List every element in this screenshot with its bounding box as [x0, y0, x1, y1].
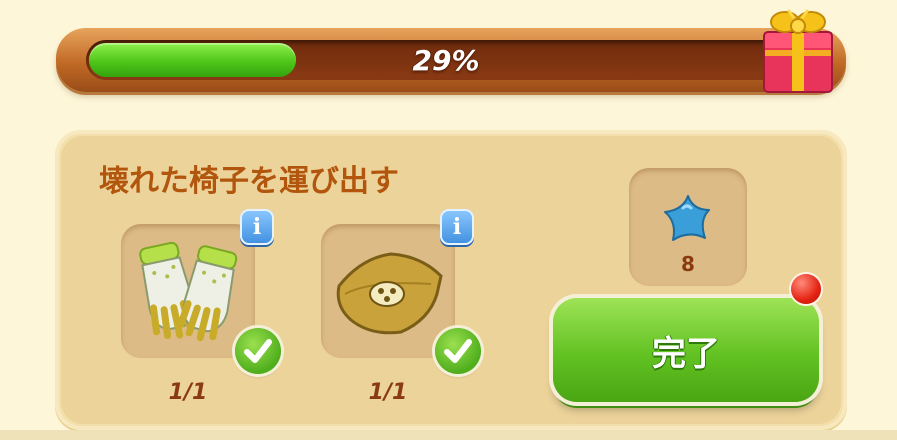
checkmark-icon: [435, 328, 481, 374]
task-title: 壊れた椅子を運び出す: [99, 164, 399, 199]
info-button-gloves[interactable]: i: [240, 209, 274, 245]
notification-dot: [791, 274, 821, 304]
requirement-count-gloves: 1/1: [168, 380, 208, 405]
progress-percent: 29%: [412, 43, 480, 77]
progress-bar: 29%: [56, 28, 846, 92]
bottom-strip: [0, 430, 897, 440]
reward-slot: 8: [629, 168, 747, 286]
complete-button[interactable]: 完了: [553, 298, 819, 402]
requirement-slot-gloves[interactable]: [121, 224, 255, 358]
requirement-slot-sack[interactable]: [321, 224, 455, 358]
task-panel-inner: 壊れた椅子を運び出す i 1/1 i 1/1 8 完了: [61, 136, 841, 424]
checkmark-icon: [235, 328, 281, 374]
info-button-sack[interactable]: i: [440, 209, 474, 245]
reward-amount: 8: [681, 252, 695, 276]
blue-star-icon: [664, 195, 710, 241]
progress-track: 29%: [86, 40, 806, 80]
gift-box-icon[interactable]: [758, 2, 838, 97]
gloves-icon: [139, 241, 238, 342]
cloth-sack-icon: [336, 252, 443, 335]
requirement-count-sack: 1/1: [368, 380, 408, 405]
task-panel: 壊れた椅子を運び出す i 1/1 i 1/1 8 完了: [55, 130, 847, 430]
